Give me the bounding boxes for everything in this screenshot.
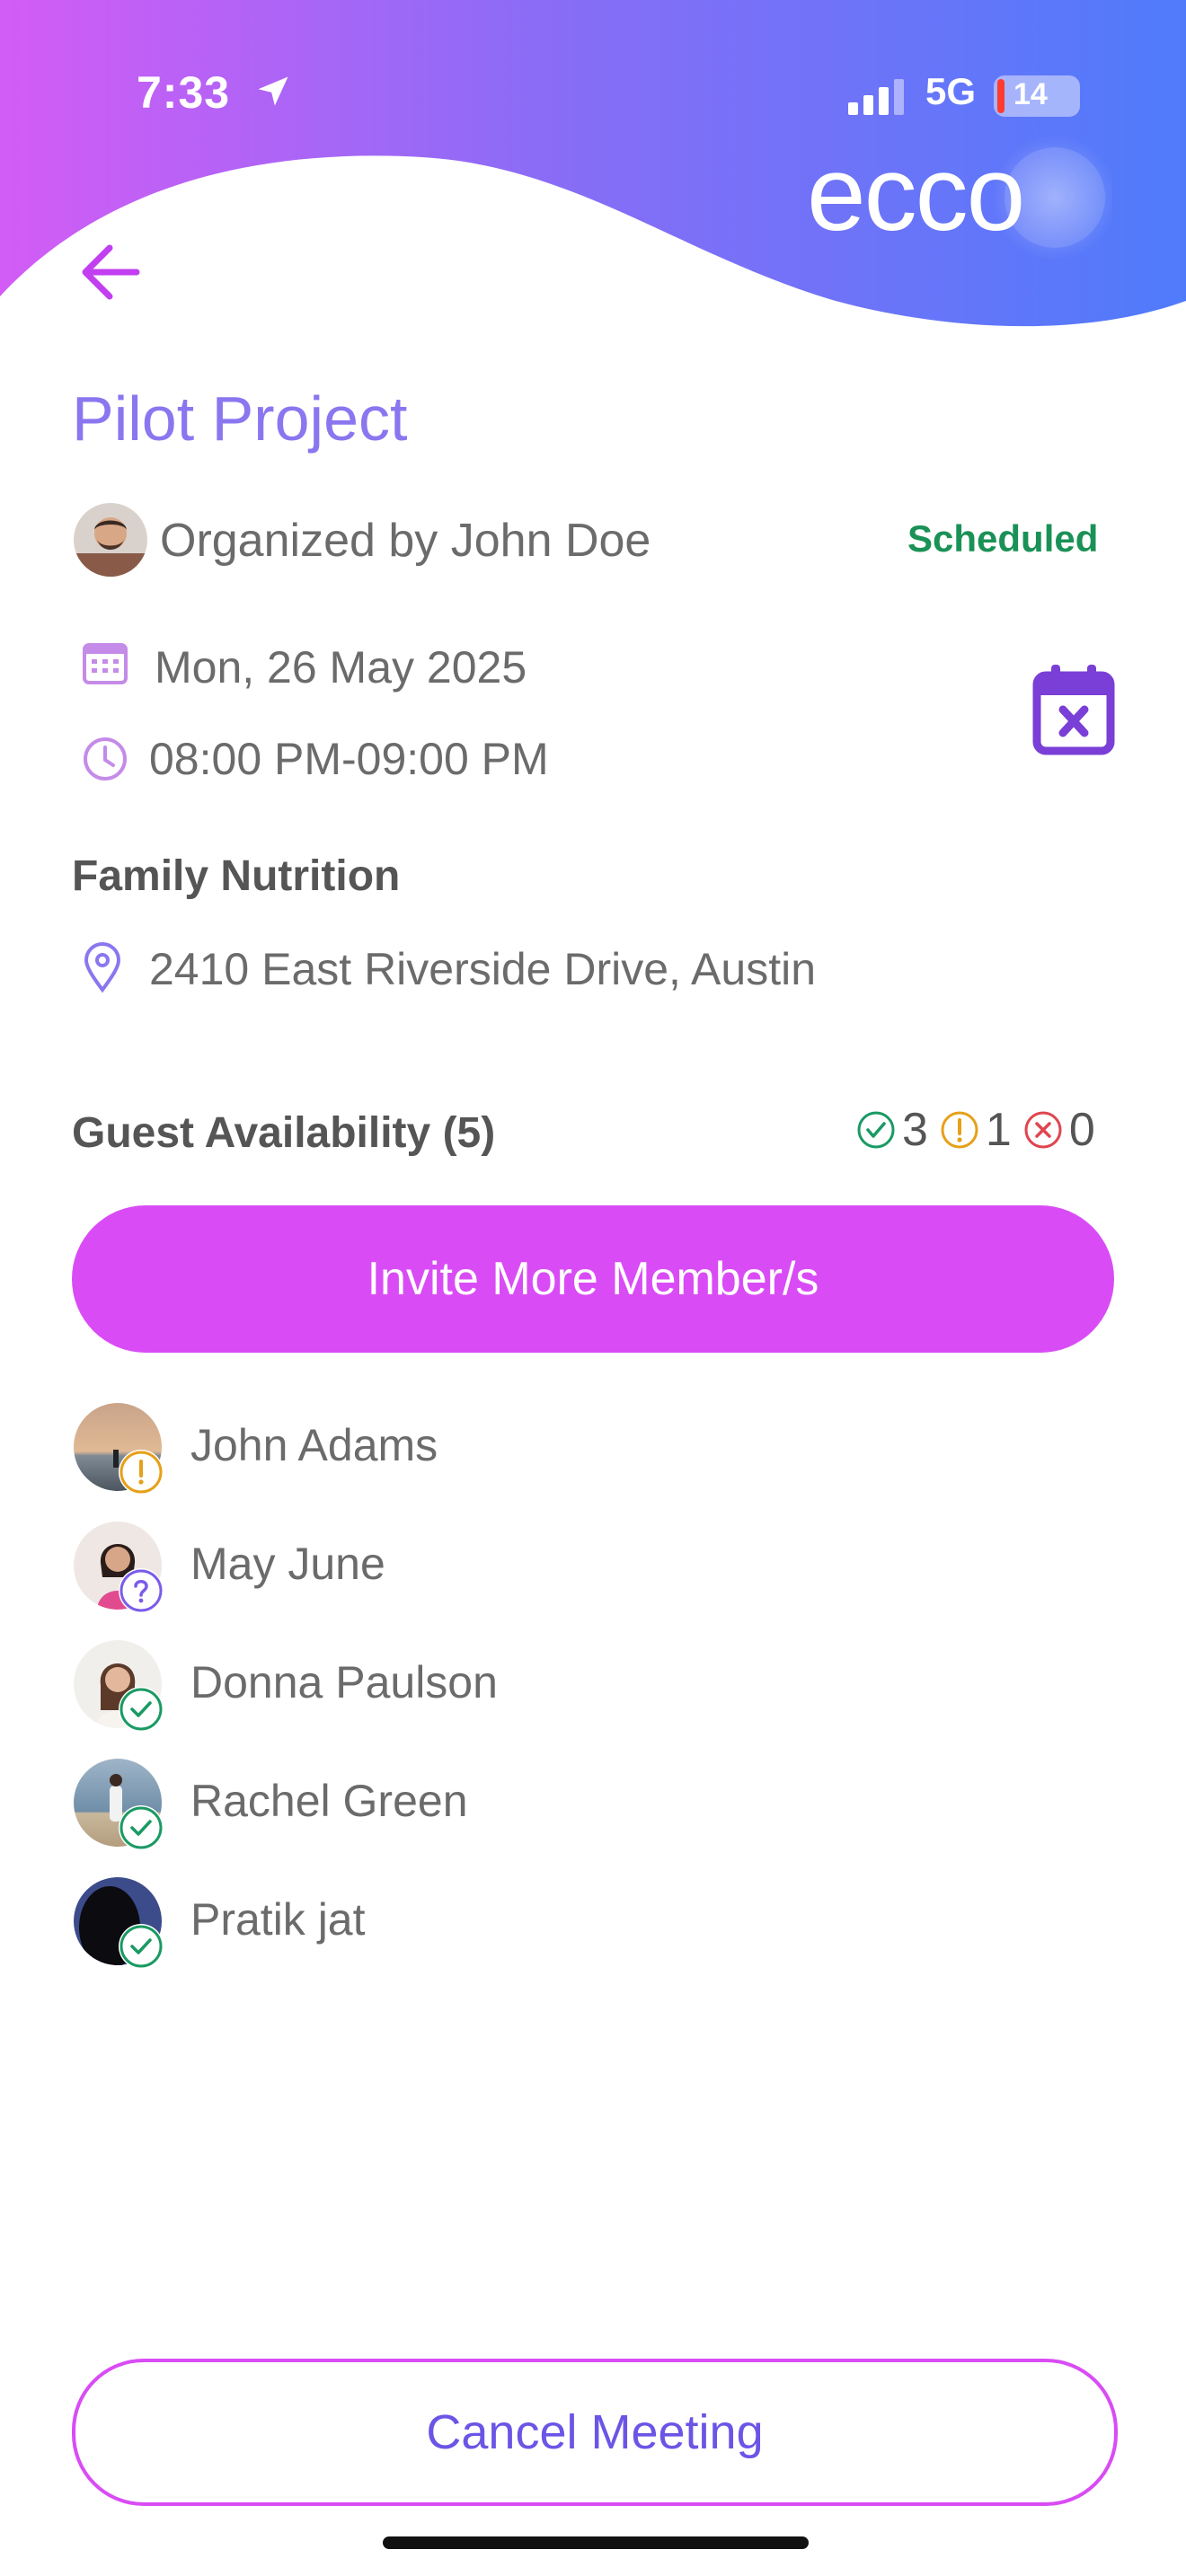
declined-x-icon	[1024, 1111, 1062, 1149]
guest-name: Rachel Green	[190, 1776, 468, 1826]
event-address: 2410 East Riverside Drive, Austin	[149, 944, 817, 994]
declined-count: 0	[1068, 1104, 1095, 1156]
invite-more-members-button[interactable]: Invite More Member/s	[72, 1205, 1114, 1353]
guest-list-item[interactable]: Donna Paulson	[74, 1640, 882, 1732]
battery-level: 14	[1013, 77, 1048, 111]
event-title: Pilot Project	[72, 384, 408, 454]
guest-list-item[interactable]: Rachel Green	[74, 1759, 882, 1850]
availability-summary: 3 1 0	[855, 1103, 1101, 1157]
guest-list-item[interactable]: May June	[74, 1522, 882, 1613]
maybe-status-icon	[119, 1450, 164, 1495]
guest-name: John Adams	[190, 1420, 438, 1470]
logo-text: ecco	[807, 135, 1023, 253]
guest-list-item[interactable]: John Adams	[74, 1403, 882, 1495]
guest-availability-title: Guest Availability (5)	[72, 1109, 496, 1157]
status-time: 7:33	[137, 67, 231, 118]
calendar-icon	[83, 643, 128, 684]
status-badge: Scheduled	[907, 517, 1099, 560]
accepted-check-icon	[857, 1111, 895, 1149]
guest-name: Pratik jat	[190, 1894, 366, 1945]
clock-icon	[84, 737, 127, 781]
organizer-avatar	[74, 503, 147, 577]
location-pin-icon	[84, 942, 121, 993]
guest-name: May June	[190, 1539, 385, 1589]
network-type: 5G	[925, 70, 977, 112]
calendar-remove-icon[interactable]	[1030, 661, 1118, 758]
home-indicator[interactable]	[383, 2536, 809, 2549]
organizer-name: Organized by John Doe	[160, 515, 651, 567]
event-category: Family Nutrition	[72, 852, 401, 900]
event-date: Mon, 26 May 2025	[155, 642, 527, 693]
cancel-meeting-button[interactable]: Cancel Meeting	[72, 2359, 1118, 2506]
location-arrow-icon	[258, 76, 288, 106]
accepted-status-icon	[119, 1924, 164, 1969]
accepted-status-icon	[119, 1805, 164, 1850]
back-arrow-icon[interactable]	[79, 243, 142, 302]
accepted-count: 3	[902, 1104, 928, 1156]
ecco-logo: ecco	[807, 135, 1112, 260]
guest-name: Donna Paulson	[190, 1657, 498, 1707]
guest-list-item[interactable]: Pratik jat	[74, 1877, 882, 1969]
battery-icon: 14	[994, 75, 1080, 117]
event-time: 08:00 PM-09:00 PM	[149, 734, 549, 784]
cellular-signal-icon	[848, 79, 904, 115]
pending-question-icon	[119, 1568, 164, 1613]
maybe-exclamation-icon	[941, 1111, 978, 1149]
accepted-status-icon	[119, 1687, 164, 1732]
maybe-count: 1	[985, 1104, 1012, 1156]
